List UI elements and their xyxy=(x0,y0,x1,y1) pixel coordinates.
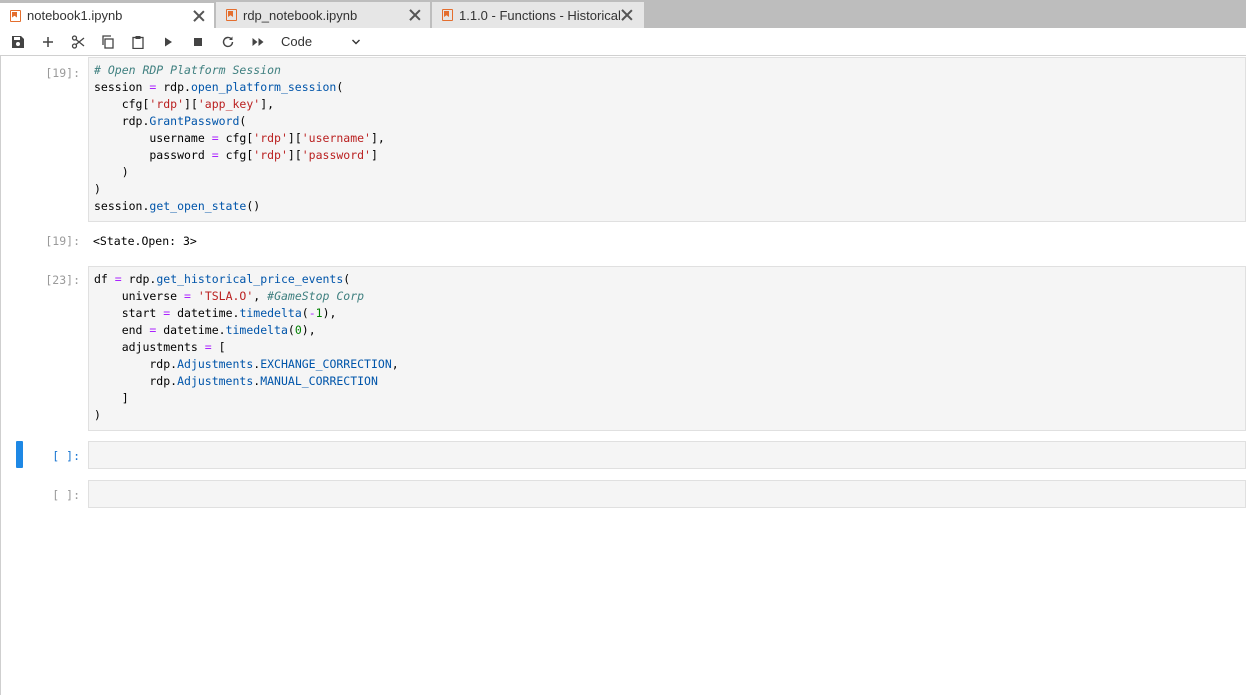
tab-bar: notebook1.ipynb rdp_notebook.ipynb 1.1.0… xyxy=(0,0,1246,28)
output-prompt: [19]: xyxy=(45,234,80,248)
add-cell-icon xyxy=(43,36,53,47)
code-line: start = datetime.timedelta(-1), xyxy=(94,306,337,320)
run-all-button[interactable] xyxy=(243,30,273,54)
code-line: adjustments = [ xyxy=(94,340,226,354)
notebook-icon xyxy=(442,9,453,21)
left-panel-border xyxy=(0,56,1,695)
code-editor[interactable]: df = rdp.get_historical_price_events( un… xyxy=(88,266,1246,431)
code-line: password = cfg['rdp']['password'] xyxy=(94,148,378,162)
stop-button[interactable] xyxy=(183,30,213,54)
notebook-icon xyxy=(226,9,237,21)
restart-icon xyxy=(222,36,234,47)
input-prompt: [19]: xyxy=(45,66,80,80)
run-button[interactable] xyxy=(153,30,183,54)
paste-button[interactable] xyxy=(123,30,153,54)
code-editor[interactable]: # Open RDP Platform Session session = rd… xyxy=(88,57,1246,222)
code-text[interactable]: df = rdp.get_historical_price_events( un… xyxy=(89,267,1245,426)
code-line: username = cfg['rdp']['username'], xyxy=(94,131,385,145)
paste-icon xyxy=(132,35,144,49)
input-prompt: [ ]: xyxy=(52,449,80,463)
close-icon[interactable] xyxy=(620,8,634,22)
cell-type-dropdown[interactable]: Code xyxy=(281,34,361,49)
stop-icon xyxy=(194,37,202,46)
code-line: rdp.GrantPassword( xyxy=(94,114,247,128)
code-editor[interactable] xyxy=(88,480,1246,508)
code-line: ) xyxy=(94,408,101,422)
chevron-down-icon xyxy=(352,39,360,44)
cut-button[interactable] xyxy=(63,30,93,54)
code-line: session.get_open_state() xyxy=(94,199,261,213)
code-line: ) xyxy=(94,182,101,196)
code-text[interactable]: # Open RDP Platform Session session = rd… xyxy=(89,58,1245,217)
tab-label: 1.1.0 - Functions - Historical xyxy=(459,7,620,23)
input-prompt: [23]: xyxy=(45,273,80,287)
tab-rdp-notebook[interactable]: rdp_notebook.ipynb xyxy=(216,2,431,28)
code-line: rdp.Adjustments.MANUAL_CORRECTION xyxy=(94,374,378,388)
notebook-toolbar: Code xyxy=(0,28,1246,56)
copy-icon xyxy=(102,34,114,49)
code-line: df = rdp.get_historical_price_events( xyxy=(94,272,351,286)
input-prompt: [ ]: xyxy=(52,488,80,502)
tab-notebook1[interactable]: notebook1.ipynb xyxy=(0,2,215,28)
code-line: session = rdp.open_platform_session( xyxy=(94,80,344,94)
tab-label: rdp_notebook.ipynb xyxy=(243,7,358,23)
restart-button[interactable] xyxy=(213,30,243,54)
tab-functions-historical[interactable]: 1.1.0 - Functions - Historical xyxy=(432,2,645,28)
save-button[interactable] xyxy=(3,30,33,54)
copy-button[interactable] xyxy=(93,30,123,54)
add-cell-button[interactable] xyxy=(33,30,63,54)
code-line: universe = 'TSLA.O', #GameStop Corp xyxy=(94,289,365,303)
save-icon xyxy=(12,35,24,48)
close-icon[interactable] xyxy=(408,8,422,22)
code-line: end = datetime.timedelta(0), xyxy=(94,323,316,337)
output-text: <State.Open: 3> xyxy=(93,234,197,248)
close-icon[interactable] xyxy=(192,9,206,23)
run-icon xyxy=(165,37,172,46)
code-line: rdp.Adjustments.EXCHANGE_CORRECTION, xyxy=(94,357,399,371)
code-line: cfg['rdp']['app_key'], xyxy=(94,97,275,111)
cut-icon xyxy=(71,34,85,49)
code-editor[interactable] xyxy=(88,441,1246,469)
tab-label: notebook1.ipynb xyxy=(27,8,123,23)
code-line: ] xyxy=(94,391,129,405)
code-line: ) xyxy=(94,165,129,179)
cell-type-label: Code xyxy=(281,34,313,49)
notebook-icon xyxy=(10,9,21,22)
run-all-icon xyxy=(252,37,264,46)
